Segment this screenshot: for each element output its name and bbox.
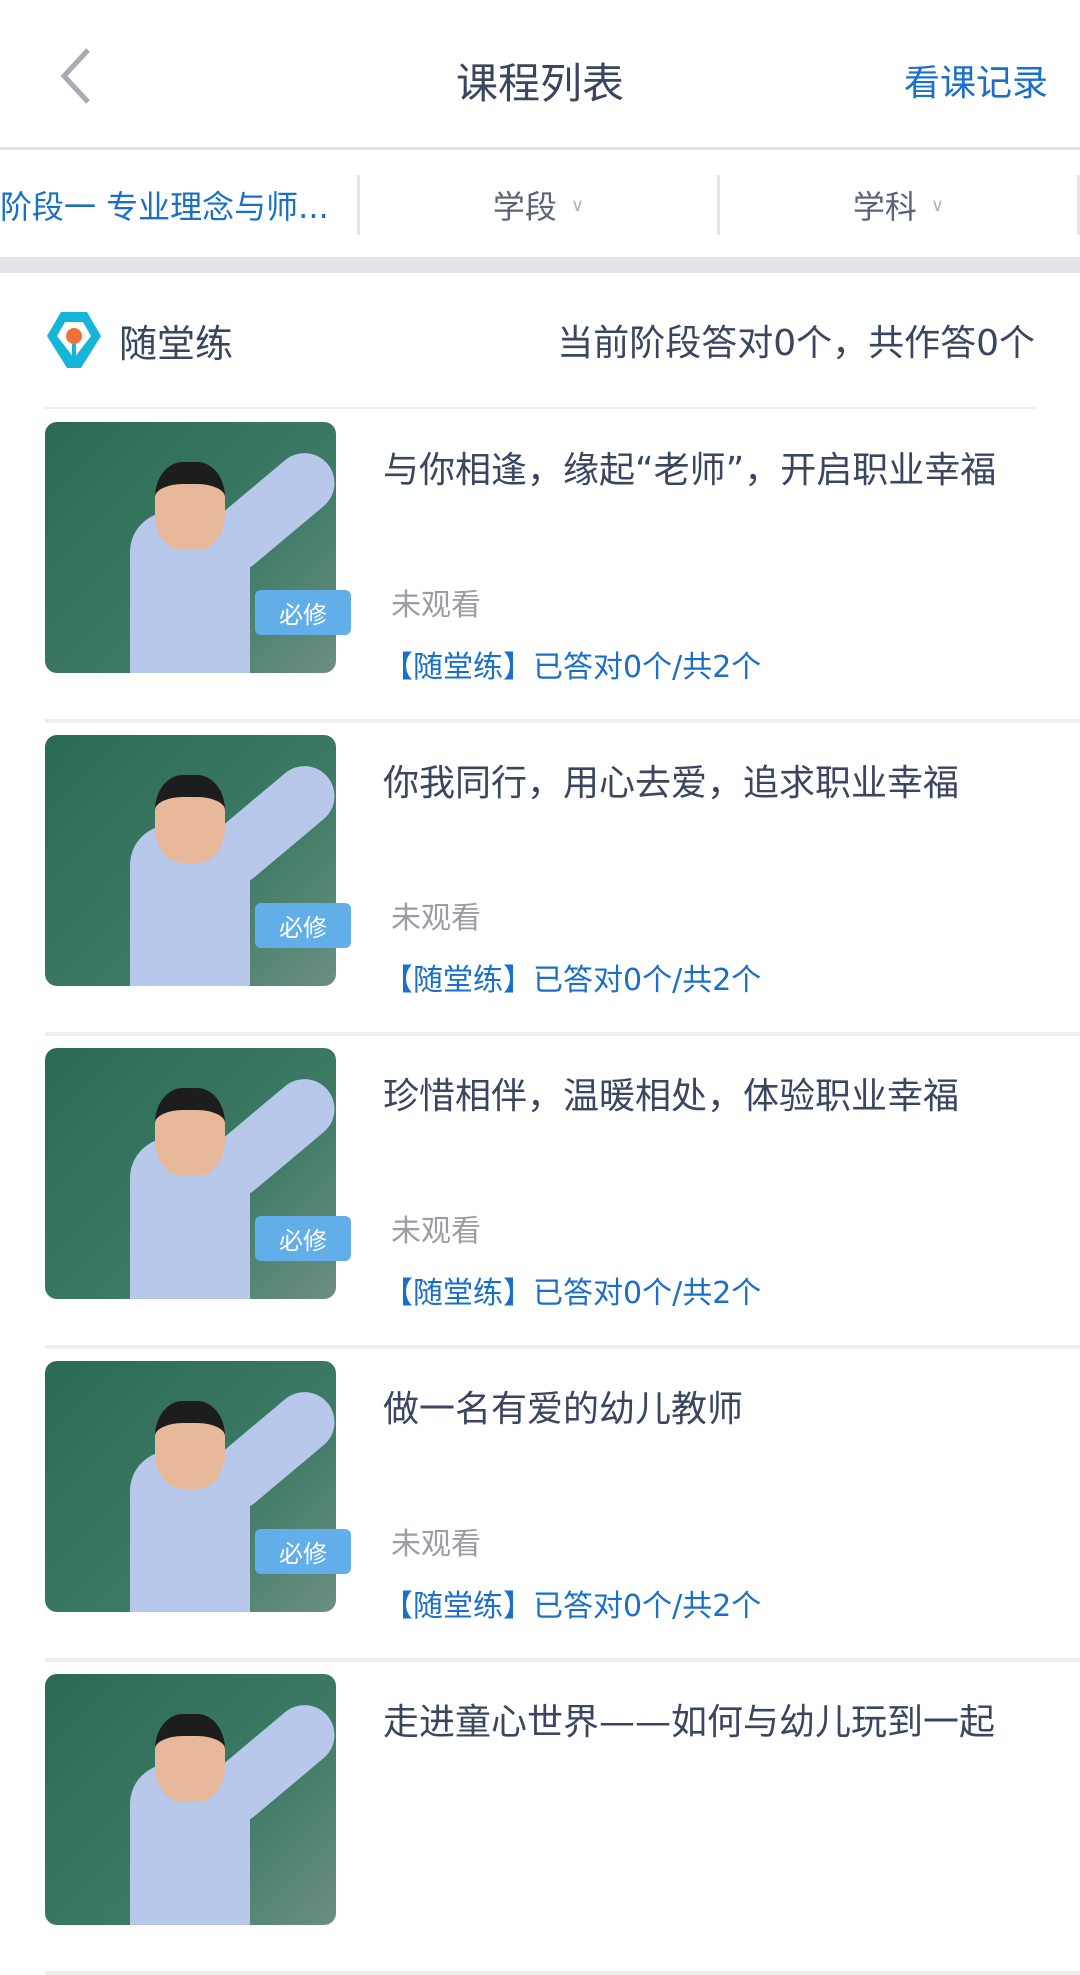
required-badge: 必修	[255, 590, 351, 635]
quiz-progress[interactable]: 【随堂练】已答对0个/共2个	[383, 1581, 761, 1625]
stage-filter-label: 阶段一 专业理念与师...	[0, 188, 329, 226]
course-item[interactable]: 必修 做一名有爱的幼儿教师未观看【随堂练】已答对0个/共2个	[45, 1349, 1080, 1662]
chevron-down-icon: ∨	[570, 194, 585, 216]
watch-status: 未观看	[391, 901, 481, 936]
subject-label: 学科	[852, 188, 917, 226]
course-item[interactable]: 必修 与你相逢，缘起“老师”，开启职业幸福未观看【随堂练】已答对0个/共2个	[45, 410, 1080, 723]
stage-filter[interactable]: 阶段一 专业理念与师...	[0, 175, 360, 235]
school-level-label: 学段	[492, 188, 557, 226]
required-badge: 必修	[255, 1216, 351, 1261]
watch-status: 未观看	[391, 1214, 481, 1249]
course-thumbnail	[45, 735, 336, 986]
course-item[interactable]: 走进童心世界——如何与幼儿玩到一起	[45, 1662, 1080, 1975]
view-history-link[interactable]: 看课记录	[904, 54, 1048, 106]
required-badge: 必修	[255, 903, 351, 948]
quiz-progress[interactable]: 【随堂练】已答对0个/共2个	[383, 1268, 761, 1312]
course-item[interactable]: 必修 你我同行，用心去爱，追求职业幸福未观看【随堂练】已答对0个/共2个	[45, 723, 1080, 1036]
top-bar: 课程列表 看课记录	[0, 0, 1080, 150]
watch-status: 未观看	[391, 1527, 481, 1562]
course-title: 珍惜相伴，温暖相处，体验职业幸福	[383, 1076, 960, 1117]
course-item[interactable]: 必修 珍惜相伴，温暖相处，体验职业幸福未观看【随堂练】已答对0个/共2个	[45, 1036, 1080, 1349]
chevron-down-icon: ∨	[930, 194, 945, 216]
quiz-progress[interactable]: 【随堂练】已答对0个/共2个	[383, 642, 761, 686]
practice-stats: 当前阶段答对0个，共作答0个	[557, 323, 1035, 364]
practice-label: 随堂练	[119, 321, 234, 366]
course-thumbnail	[45, 1674, 336, 1925]
course-thumbnail	[45, 1048, 336, 1299]
filter-bar: 阶段一 专业理念与师... 学段 ∨ 学科 ∨	[0, 153, 1080, 257]
divider	[0, 257, 1080, 273]
watch-status: 未观看	[391, 588, 481, 623]
course-title: 与你相逢，缘起“老师”，开启职业幸福	[383, 450, 997, 491]
course-title: 走进童心世界——如何与幼儿玩到一起	[383, 1702, 996, 1743]
school-level-filter[interactable]: 学段 ∨	[360, 175, 720, 235]
quiz-progress[interactable]: 【随堂练】已答对0个/共2个	[383, 955, 761, 999]
course-title: 做一名有爱的幼儿教师	[383, 1389, 744, 1430]
subject-filter[interactable]: 学科 ∨	[720, 175, 1080, 235]
practice-logo-icon	[47, 312, 101, 368]
practice-summary[interactable]: 随堂练 当前阶段答对0个，共作答0个	[45, 273, 1035, 409]
course-thumbnail	[45, 422, 336, 673]
course-title: 你我同行，用心去爱，追求职业幸福	[383, 763, 960, 804]
course-thumbnail	[45, 1361, 336, 1612]
required-badge: 必修	[255, 1529, 351, 1574]
